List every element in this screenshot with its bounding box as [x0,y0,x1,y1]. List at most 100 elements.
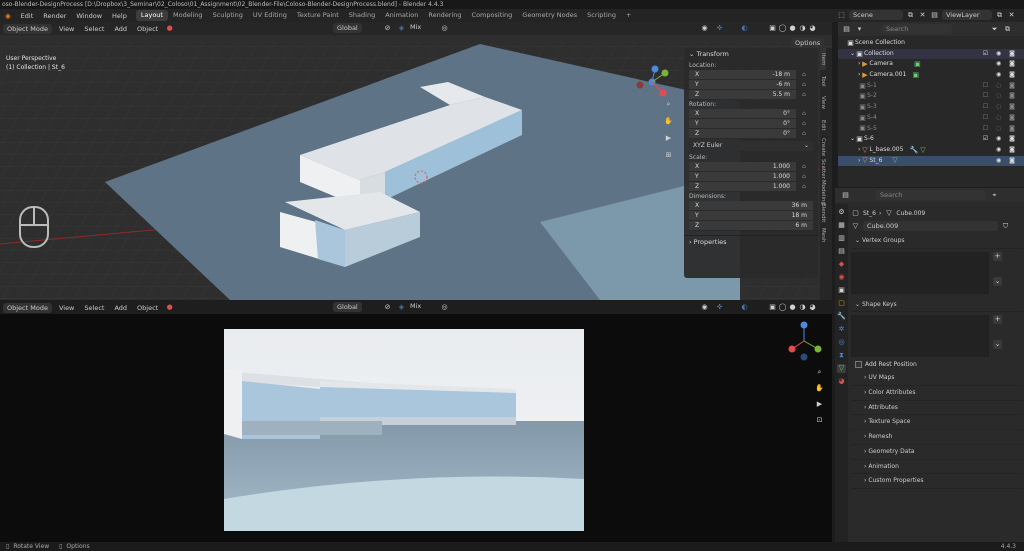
rotation-mode-select[interactable]: XYZ Euler ⌄ [689,141,813,151]
section-attributes[interactable]: › Attributes [851,401,1023,416]
viewport-menu-select[interactable]: Select [81,25,107,33]
lock-icon[interactable]: ⌂ [802,110,810,118]
snap-icon[interactable]: ◈ [397,303,406,312]
options-button[interactable]: Options [791,38,825,48]
row-visibility-icons[interactable]: ☐ ◌ ◙ [983,81,1018,92]
lock-icon[interactable]: ⌂ [802,120,810,128]
vertex-groups-list[interactable] [851,251,989,294]
shading-solid-icon[interactable]: ● [788,24,797,33]
properties-subpanel[interactable]: › Properties [684,235,818,248]
row-visibility-icons[interactable]: ☐ ◌ ◙ [983,124,1018,135]
row-visibility-icons[interactable]: ☑ ◉ ◙ [983,134,1018,145]
viewport-menu-view[interactable]: View [56,304,77,312]
viewport-menu-select[interactable]: Select [81,304,107,312]
visibility-icon[interactable]: ◉ [700,24,709,33]
pivot-icon[interactable]: ⊘ [383,24,392,33]
add-vertex-group-icon[interactable]: + [993,251,1002,261]
section-custom-properties[interactable]: › Custom Properties [851,474,1023,489]
outliner-row-l-base-005[interactable]: › ▽ L_base.005 🔧 ▽ ◉ ◙ [838,145,1024,156]
tab-geometry-nodes[interactable]: Geometry Nodes [517,10,582,21]
tab-texture-paint[interactable]: Texture Paint [292,10,344,21]
shading-material-icon[interactable]: ◑ [798,24,807,33]
add-shape-key-icon[interactable]: + [993,315,1002,325]
camera-view-icon[interactable]: ▶ [664,134,673,143]
tab-shading[interactable]: Shading [344,10,380,21]
outliner-row-s2[interactable]: ▣ S-2 ☐ ◌ ◙ [838,91,1024,102]
shape-key-menu-icon[interactable]: ⌄ [993,340,1002,350]
tab-edit[interactable]: Edit [820,114,826,136]
tab-rendering[interactable]: Rendering [423,10,466,21]
gizmo-icon[interactable]: ✜ [715,24,724,33]
tab-tool[interactable]: Tool [820,70,826,92]
section-color-attributes[interactable]: › Color Attributes [851,386,1023,401]
shading-rendered-icon[interactable]: ◕ [808,303,817,312]
gizmo-icon[interactable]: ✜ [715,303,724,312]
modifier-tab-icon[interactable]: 🔧 [837,312,846,321]
dimension-z-field[interactable]: Z 6 m [689,221,813,231]
pan-hand-icon[interactable]: ✋ [664,117,673,126]
tab-mesh[interactable]: Mesh [820,224,826,246]
lock-icon[interactable]: ⌂ [802,173,810,181]
blender-logo-icon[interactable]: ◉ [0,12,16,20]
world-tab-icon[interactable]: ◉ [837,273,846,282]
menu-help[interactable]: Help [107,12,132,20]
tool-tab-icon[interactable]: ⚙ [837,208,846,217]
outliner-row-s1[interactable]: ▣ S-1 ☐ ◌ ◙ [838,81,1024,92]
pivot-icon[interactable]: ⊘ [383,303,392,312]
tab-modeling[interactable]: Modeling [820,180,826,205]
filter-display-icon[interactable]: ▾ [855,25,864,34]
pan-hand-icon[interactable]: ✋ [815,384,824,393]
row-visibility-icons[interactable]: ☐ ◌ ◙ [983,113,1018,124]
rotation-y-field[interactable]: Y 0° [689,119,796,129]
constraints-tab-icon[interactable]: ⧗ [837,351,846,360]
shape-keys-header[interactable]: ⌄ Shape Keys [851,298,1023,313]
scale-z-field[interactable]: Z 1.000 [689,182,796,192]
lock-icon[interactable]: ⌂ [802,81,810,89]
mesh-data-icon[interactable]: ▽ [851,222,860,231]
proportional-icon[interactable]: ◎ [440,24,449,33]
shading-rendered-icon[interactable]: ◕ [808,24,817,33]
camera-view-icon[interactable]: ▶ [815,400,824,409]
menu-render[interactable]: Render [38,12,71,20]
rotation-x-field[interactable]: X 0° [689,109,796,119]
row-visibility-icons[interactable]: ◉ ◙ [996,145,1018,156]
menu-edit[interactable]: Edit [16,12,39,20]
editor-type-icon[interactable]: ▤ [841,191,850,200]
visibility-icon[interactable]: ◉ [700,303,709,312]
overlay-icon[interactable]: ◐ [740,303,749,312]
viewport-bottom[interactable]: Object Mode View Select Add Object ● Glo… [0,301,832,542]
shading-wireframe-icon[interactable]: ◯ [778,303,787,312]
tab-blendit[interactable]: Blendit [820,202,826,224]
lock-camera-icon[interactable]: ⊡ [815,416,824,425]
properties-search-input[interactable]: Search [876,190,986,200]
data-tab-icon[interactable]: ▽ [837,364,846,373]
snap-icon[interactable]: ◈ [397,24,406,33]
outliner-row-s6[interactable]: ⌄ ▣ S-6 ☑ ◉ ◙ [838,134,1024,145]
row-visibility-icons[interactable]: ◉ ◙ [996,59,1018,70]
lock-icon[interactable]: ⌂ [802,130,810,138]
scale-y-field[interactable]: Y 1.000 [689,172,796,182]
add-rest-position-checkbox[interactable] [855,360,862,368]
shading-material-icon[interactable]: ◑ [798,303,807,312]
xray-icon[interactable]: ▣ [768,303,777,312]
proportional-icon[interactable]: ◎ [440,303,449,312]
outliner-row-s4[interactable]: ▣ S-4 ☐ ◌ ◙ [838,113,1024,124]
tab-item[interactable]: Item [820,48,826,70]
section-uv-maps[interactable]: › UV Maps [851,371,1023,387]
shading-wireframe-icon[interactable]: ◯ [778,24,787,33]
scale-x-field[interactable]: X 1.000 [689,162,796,172]
outliner-row-s3[interactable]: ▣ S-3 ☐ ◌ ◙ [838,102,1024,113]
dimension-x-field[interactable]: X 36 m [689,201,813,211]
material-tab-icon[interactable]: ◕ [837,377,846,386]
dimension-y-field[interactable]: Y 18 m [689,211,813,221]
outliner-row-camera-001[interactable]: › ▶ Camera.001 ▣ ◉ ◙ [838,70,1024,81]
tab-compositing[interactable]: Compositing [467,10,518,21]
outliner-search-input[interactable]: Search [882,24,952,34]
shading-solid-icon[interactable]: ● [788,303,797,312]
transform-header[interactable]: ⌄ Transform [684,48,818,61]
snap-mode[interactable]: Mix [407,302,424,310]
ortho-grid-icon[interactable]: ⊞ [664,151,673,160]
new-view-layer-icon[interactable]: ⧉ [995,11,1004,20]
menu-window[interactable]: Window [71,12,107,20]
lock-icon[interactable]: ⌂ [802,91,810,99]
